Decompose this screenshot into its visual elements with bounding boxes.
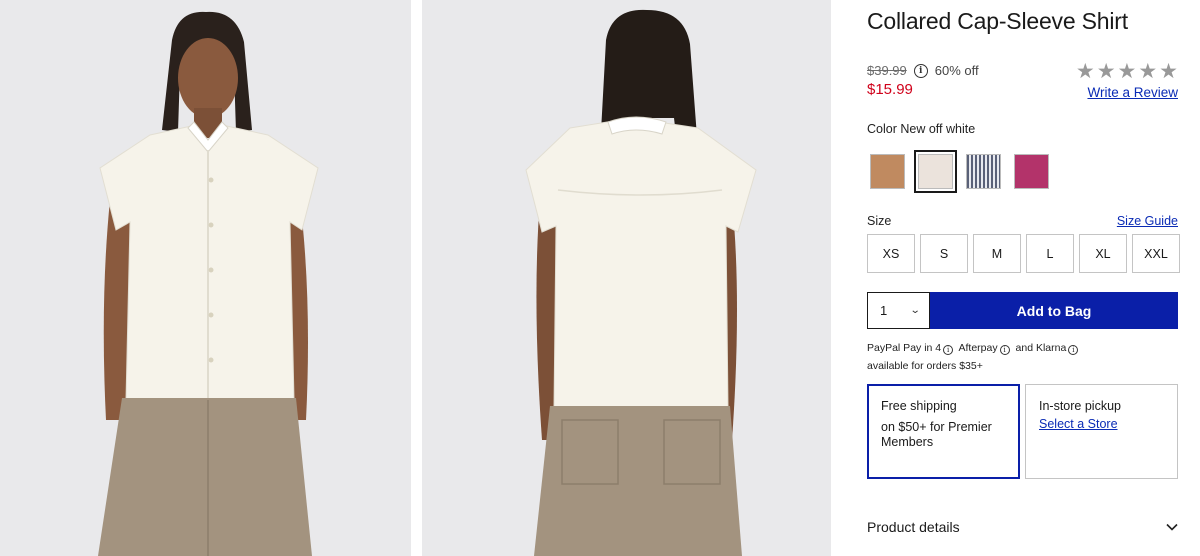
- color-label-text: Color: [867, 122, 897, 136]
- pay-later-availability: available for orders $35+: [867, 360, 983, 372]
- discount-label: 60% off: [934, 63, 979, 78]
- pay-later-info: PayPal Pay in 4i Afterpay i and Klarna i a…: [867, 339, 1178, 375]
- add-to-bag-button[interactable]: Add to Bag: [930, 292, 1178, 329]
- swatch-new-off-white[interactable]: [914, 150, 957, 193]
- quantity-value: 1: [880, 303, 888, 318]
- back-photo-image: [422, 0, 831, 556]
- sale-price: $15.99: [867, 81, 913, 98]
- size-option-xs[interactable]: XS: [867, 234, 915, 273]
- paypal-label: PayPal Pay in 4: [867, 342, 942, 354]
- chevron-down-icon: ⌄: [909, 305, 921, 316]
- price-info-icon[interactable]: i: [913, 63, 928, 78]
- star-icon: ★: [1075, 60, 1095, 83]
- swatch-magenta[interactable]: [1014, 154, 1049, 189]
- star-icon: ★: [1138, 60, 1158, 83]
- star-icon: ★: [1159, 60, 1178, 83]
- product-details-toggle[interactable]: Product details: [867, 519, 1178, 535]
- rating-stars[interactable]: ★ ★ ★ ★ ★: [1076, 61, 1178, 83]
- star-icon: ★: [1096, 60, 1116, 83]
- product-photo-front[interactable]: [0, 0, 411, 556]
- free-shipping-option[interactable]: Free shipping on $50+ for Premier Member…: [867, 384, 1020, 479]
- select-store-link[interactable]: Select a Store: [1039, 417, 1118, 431]
- afterpay-label: Afterpay: [958, 342, 998, 354]
- swatch-blue-stripe[interactable]: [966, 154, 1001, 189]
- original-price: $39.99: [867, 63, 907, 78]
- size-option-s[interactable]: S: [920, 234, 968, 273]
- front-photo-image: [0, 0, 411, 556]
- size-guide-link[interactable]: Size Guide: [1117, 214, 1178, 228]
- afterpay-info-icon[interactable]: i: [999, 345, 1010, 355]
- size-option-xl[interactable]: XL: [1079, 234, 1127, 273]
- size-options: XS S M L XL XXL: [867, 234, 1180, 273]
- swatch-tan[interactable]: [870, 154, 905, 189]
- product-photo-back[interactable]: [422, 0, 831, 556]
- pickup-title: In-store pickup: [1039, 399, 1121, 413]
- klarna-info-icon[interactable]: i: [1068, 345, 1079, 355]
- color-label: Color New off white: [867, 122, 975, 136]
- in-store-pickup-option[interactable]: In-store pickup Select a Store: [1025, 384, 1178, 479]
- and-label: and: [1015, 342, 1034, 354]
- size-option-xxl[interactable]: XXL: [1132, 234, 1180, 273]
- color-swatches: [870, 150, 1049, 193]
- product-details-label: Product details: [867, 519, 960, 535]
- write-review-link[interactable]: Write a Review: [1087, 85, 1178, 100]
- paypal-info-icon[interactable]: i: [943, 345, 954, 355]
- size-label: Size: [867, 214, 892, 228]
- klarna-label: Klarna: [1035, 342, 1067, 354]
- product-info-panel: Collared Cap-Sleeve Shirt $39.99 i 60% o…: [867, 0, 1180, 556]
- chevron-down-icon: [1166, 523, 1178, 531]
- quantity-select[interactable]: 1 ⌄: [867, 292, 930, 329]
- size-option-m[interactable]: M: [973, 234, 1021, 273]
- size-option-l[interactable]: L: [1026, 234, 1074, 273]
- shipping-detail: on $50+ for Premier Members: [881, 420, 992, 449]
- selected-color-name: New off white: [900, 122, 976, 136]
- shipping-title: Free shipping: [881, 399, 957, 413]
- product-title: Collared Cap-Sleeve Shirt: [867, 8, 1128, 34]
- price-row: $39.99 i 60% off: [867, 63, 979, 78]
- star-icon: ★: [1117, 60, 1137, 83]
